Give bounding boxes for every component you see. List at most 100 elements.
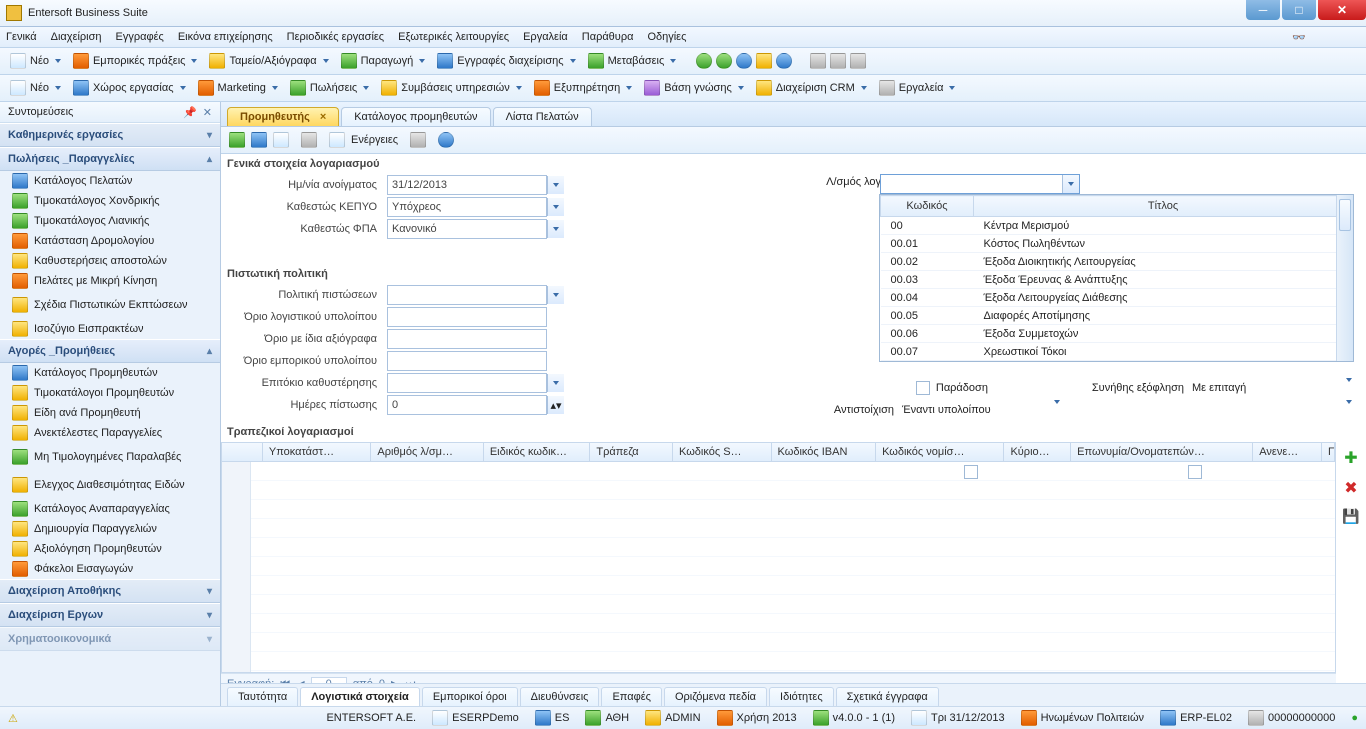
col[interactable]: Ανενε… [1253,443,1322,461]
menu-help[interactable]: Οδηγίες [647,31,686,43]
sidebar-item[interactable]: Κατάσταση Δρομολογίου [0,231,220,251]
col[interactable]: Κωδικός IBAN [772,443,877,461]
close-panel-icon[interactable]: ✕ [203,106,212,119]
warning-icon[interactable]: ⚠ [8,712,18,725]
col[interactable]: Επωνυμία/Ονοματεπών… [1071,443,1253,461]
menu-periodic[interactable]: Περιοδικές εργασίες [287,31,384,43]
group-projects[interactable]: Διαχείριση Εργων▾ [0,603,220,627]
lookup-col-code[interactable]: Κωδικός [881,196,974,217]
sidebar-item[interactable]: Ανεκτέλεστες Παραγγελίες [0,423,220,443]
btab-addr[interactable]: Διευθύνσεις [520,687,600,706]
col[interactable]: Υποκατάστ… [263,443,372,461]
menu-windows[interactable]: Παράθυρα [582,31,634,43]
btab-contacts[interactable]: Επαφές [601,687,661,706]
help-icon[interactable] [438,132,454,148]
open-date-input[interactable]: 31/12/2013 [387,175,547,195]
window-minimize-button[interactable]: ─ [1246,0,1280,20]
save-as-icon[interactable] [273,132,289,148]
lookup-row[interactable]: 00.05Διαφορές Αποτίμησης [881,307,1353,325]
menu-business[interactable]: Εικόνα επιχείρησης [178,31,273,43]
sidebar-item[interactable]: Φάκελοι Εισαγωγών [0,559,220,579]
delivery-check-field[interactable]: Παράδοση [916,381,1066,395]
accept-icon[interactable] [229,132,245,148]
menu-tools[interactable]: Εργαλεία [523,31,568,43]
close-icon[interactable]: × [320,111,326,123]
glasses-icon[interactable]: 👓 [1292,31,1306,44]
col[interactable]: Αριθμός λ/σμ… [371,443,483,461]
menu-external[interactable]: Εξωτερικές λειτουργίες [398,31,509,43]
sidebar-item[interactable]: Κατάλογος Αναπαραγγελίας [0,499,220,519]
add-row-icon[interactable]: ✚ [1344,448,1357,468]
sidebar-item[interactable]: Ισοζύγιο Εισπρακτέων [0,319,220,339]
group-warehouse[interactable]: Διαχείριση Αποθήκης▾ [0,579,220,603]
sidebar-item[interactable]: Είδη ανά Προμηθευτή [0,403,220,423]
tb2-tools[interactable]: Εργαλεία [875,78,960,98]
save-grid-icon[interactable]: 💾 [1342,508,1359,525]
dropdown-icon[interactable] [547,374,564,392]
group-financial[interactable]: Χρηματοοικονομικά▾ [0,627,220,651]
page-input[interactable]: 0 [311,677,347,683]
cascade-icon[interactable] [810,53,826,69]
window-close-button[interactable]: ✕ [1318,0,1366,20]
sidebar-item[interactable]: Κατάλογος Προμηθευτών [0,363,220,383]
account-input[interactable] [880,174,1080,194]
actions-menu[interactable]: Ενέργειες [351,134,398,146]
usual-pay-select[interactable]: Με επιταγή [1192,382,1338,394]
dropdown-icon[interactable] [547,220,564,238]
btab-props[interactable]: Ιδιότητες [769,687,834,706]
lookup-row[interactable]: 00.06Έξοδα Συμμετοχών [881,325,1353,343]
tb2-contracts[interactable]: Συμβάσεις υπηρεσιών [377,78,526,98]
delete-row-icon[interactable]: ✖ [1344,478,1357,498]
tb2-service[interactable]: Εξυπηρέτηση [530,78,637,98]
credit-policy-select[interactable] [387,285,547,305]
dropdown-icon[interactable] [547,286,564,304]
acct-limit-input[interactable] [387,307,547,327]
tb1-trades[interactable]: Εμπορικές πράξεις [69,51,201,71]
tb2-marketing[interactable]: Marketing [194,78,282,98]
tile-h-icon[interactable] [830,53,846,69]
btab-docs[interactable]: Σχετικά έγγραφα [836,687,939,706]
own-limit-input[interactable] [387,329,547,349]
col[interactable]: Κωδικός S… [673,443,772,461]
save-icon[interactable] [251,132,267,148]
credit-days-input[interactable]: 0 [387,395,547,415]
tb2-new[interactable]: Νέο [6,78,65,98]
nav-back-icon[interactable] [696,53,712,69]
col[interactable]: Ειδικός κωδικ… [484,443,591,461]
col[interactable]: Προτεινόμε… [1322,443,1335,461]
tb2-kb[interactable]: Βάση γνώσης [640,78,747,98]
col[interactable]: Τράπεζα [590,443,673,461]
spinner-icon[interactable]: ▴▾ [547,396,564,414]
group-daily[interactable]: Καθημερινές εργασίες▾ [0,123,220,147]
col[interactable]: Κύριο… [1004,443,1071,461]
group-purchases[interactable]: Αγορές _Προμήθειες▴ [0,339,220,363]
sidebar-item[interactable]: Τιμοκατάλογος Χονδρικής [0,191,220,211]
window-maximize-button[interactable]: □ [1282,0,1316,20]
star-icon[interactable] [756,53,772,69]
paste-icon[interactable] [329,132,345,148]
kepyo-select[interactable]: Υπόχρεος [387,197,547,217]
date-dropdown-icon[interactable] [547,176,564,194]
tb1-prod[interactable]: Παραγωγή [337,51,430,71]
prev-page-icon[interactable]: ◀ [296,678,304,684]
print-icon[interactable] [410,132,426,148]
sidebar-item[interactable]: Πελάτες με Μικρή Κίνηση [0,271,220,291]
sidebar-item[interactable]: Δημιουργία Παραγγελιών [0,519,220,539]
lookup-row[interactable]: 00.04Έξοδα Λειτουργείας Διάθεσης [881,289,1353,307]
btab-custom[interactable]: Οριζόμενα πεδία [664,687,767,706]
first-page-icon[interactable]: ⏮ [280,678,290,684]
tile-v-icon[interactable] [850,53,866,69]
sidebar-item[interactable]: Καθυστερήσεις αποστολών [0,251,220,271]
dropdown-icon[interactable] [547,198,564,216]
sidebar-item[interactable]: Κατάλογος Πελατών [0,171,220,191]
comm-limit-input[interactable] [387,351,547,371]
search-icon[interactable] [301,132,317,148]
btab-accounting[interactable]: Λογιστικά στοιχεία [300,687,420,706]
lookup-scrollbar[interactable] [1336,195,1353,361]
tb1-trans[interactable]: Μεταβάσεις [584,51,681,71]
btab-identity[interactable]: Ταυτότητα [227,687,298,706]
tb1-trea[interactable]: Ταμείο/Αξιόγραφα [205,51,332,71]
tb2-workspace[interactable]: Χώρος εργασίας [69,78,190,98]
menu-manage[interactable]: Διαχείριση [51,31,102,43]
nav-fwd-icon[interactable] [716,53,732,69]
